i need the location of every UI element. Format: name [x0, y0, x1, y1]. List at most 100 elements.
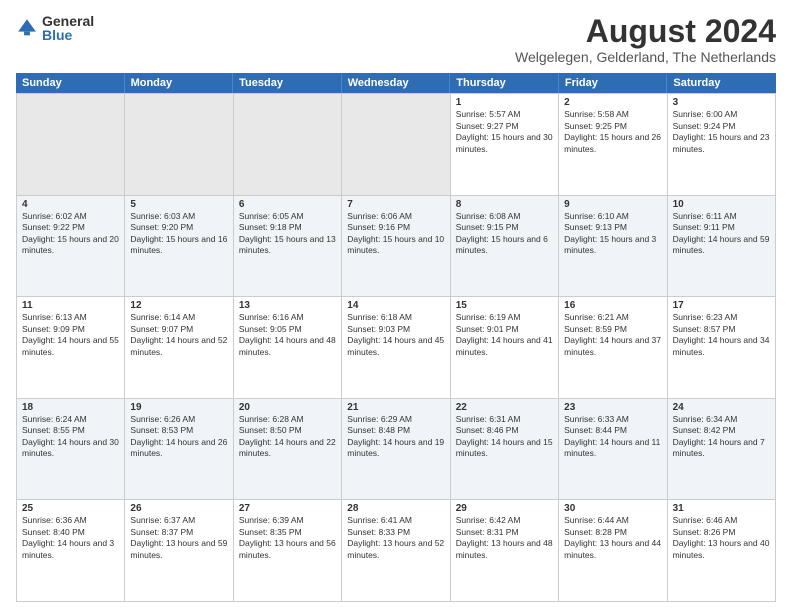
calendar-cell-16: 16Sunrise: 6:21 AM Sunset: 8:59 PM Dayli…	[559, 297, 667, 398]
calendar-cell-14: 14Sunrise: 6:18 AM Sunset: 9:03 PM Dayli…	[342, 297, 450, 398]
day-number: 29	[456, 503, 553, 514]
day-info: Sunrise: 6:31 AM Sunset: 8:46 PM Dayligh…	[456, 414, 553, 460]
header-day-sunday: Sunday	[16, 73, 125, 93]
day-info: Sunrise: 6:39 AM Sunset: 8:35 PM Dayligh…	[239, 515, 336, 561]
calendar-cell-27: 27Sunrise: 6:39 AM Sunset: 8:35 PM Dayli…	[234, 500, 342, 601]
day-info: Sunrise: 6:23 AM Sunset: 8:57 PM Dayligh…	[673, 312, 770, 358]
day-info: Sunrise: 6:00 AM Sunset: 9:24 PM Dayligh…	[673, 109, 770, 155]
header-day-saturday: Saturday	[667, 73, 776, 93]
calendar: SundayMondayTuesdayWednesdayThursdayFrid…	[16, 73, 776, 602]
day-number: 10	[673, 199, 770, 210]
day-number: 24	[673, 402, 770, 413]
day-number: 13	[239, 300, 336, 311]
day-number: 5	[130, 199, 227, 210]
day-info: Sunrise: 6:18 AM Sunset: 9:03 PM Dayligh…	[347, 312, 444, 358]
day-number: 17	[673, 300, 770, 311]
calendar-cell-21: 21Sunrise: 6:29 AM Sunset: 8:48 PM Dayli…	[342, 399, 450, 500]
header-day-friday: Friday	[559, 73, 668, 93]
day-info: Sunrise: 6:24 AM Sunset: 8:55 PM Dayligh…	[22, 414, 119, 460]
logo-general-text: General	[42, 14, 94, 28]
day-number: 26	[130, 503, 227, 514]
calendar-cell-4: 4Sunrise: 6:02 AM Sunset: 9:22 PM Daylig…	[17, 196, 125, 297]
day-number: 6	[239, 199, 336, 210]
logo: General Blue	[16, 14, 94, 42]
day-number: 8	[456, 199, 553, 210]
calendar-cell-30: 30Sunrise: 6:44 AM Sunset: 8:28 PM Dayli…	[559, 500, 667, 601]
header-day-wednesday: Wednesday	[342, 73, 451, 93]
day-info: Sunrise: 6:14 AM Sunset: 9:07 PM Dayligh…	[130, 312, 227, 358]
calendar-cell-7: 7Sunrise: 6:06 AM Sunset: 9:16 PM Daylig…	[342, 196, 450, 297]
day-info: Sunrise: 6:16 AM Sunset: 9:05 PM Dayligh…	[239, 312, 336, 358]
header: General Blue August 2024 Welgelegen, Gel…	[16, 14, 776, 65]
day-number: 19	[130, 402, 227, 413]
day-info: Sunrise: 6:34 AM Sunset: 8:42 PM Dayligh…	[673, 414, 770, 460]
calendar-cell-3: 3Sunrise: 6:00 AM Sunset: 9:24 PM Daylig…	[668, 94, 776, 195]
calendar-row-4: 25Sunrise: 6:36 AM Sunset: 8:40 PM Dayli…	[17, 500, 776, 602]
calendar-cell-23: 23Sunrise: 6:33 AM Sunset: 8:44 PM Dayli…	[559, 399, 667, 500]
title-section: August 2024 Welgelegen, Gelderland, The …	[515, 14, 776, 65]
calendar-cell-10: 10Sunrise: 6:11 AM Sunset: 9:11 PM Dayli…	[668, 196, 776, 297]
calendar-row-0: 1Sunrise: 5:57 AM Sunset: 9:27 PM Daylig…	[17, 94, 776, 196]
calendar-cell-11: 11Sunrise: 6:13 AM Sunset: 9:09 PM Dayli…	[17, 297, 125, 398]
day-info: Sunrise: 6:10 AM Sunset: 9:13 PM Dayligh…	[564, 211, 661, 257]
day-number: 2	[564, 97, 661, 108]
day-number: 12	[130, 300, 227, 311]
day-info: Sunrise: 6:42 AM Sunset: 8:31 PM Dayligh…	[456, 515, 553, 561]
day-info: Sunrise: 6:03 AM Sunset: 9:20 PM Dayligh…	[130, 211, 227, 257]
calendar-cell-8: 8Sunrise: 6:08 AM Sunset: 9:15 PM Daylig…	[451, 196, 559, 297]
header-day-thursday: Thursday	[450, 73, 559, 93]
day-info: Sunrise: 6:21 AM Sunset: 8:59 PM Dayligh…	[564, 312, 661, 358]
calendar-cell-18: 18Sunrise: 6:24 AM Sunset: 8:55 PM Dayli…	[17, 399, 125, 500]
logo-blue-text: Blue	[42, 28, 94, 42]
day-number: 9	[564, 199, 661, 210]
day-number: 21	[347, 402, 444, 413]
calendar-cell-empty	[17, 94, 125, 195]
calendar-cell-29: 29Sunrise: 6:42 AM Sunset: 8:31 PM Dayli…	[451, 500, 559, 601]
day-info: Sunrise: 6:41 AM Sunset: 8:33 PM Dayligh…	[347, 515, 444, 561]
calendar-cell-empty	[342, 94, 450, 195]
day-number: 23	[564, 402, 661, 413]
day-number: 25	[22, 503, 119, 514]
day-number: 4	[22, 199, 119, 210]
calendar-cell-26: 26Sunrise: 6:37 AM Sunset: 8:37 PM Dayli…	[125, 500, 233, 601]
day-number: 30	[564, 503, 661, 514]
day-info: Sunrise: 5:57 AM Sunset: 9:27 PM Dayligh…	[456, 109, 553, 155]
day-info: Sunrise: 6:06 AM Sunset: 9:16 PM Dayligh…	[347, 211, 444, 257]
calendar-cell-24: 24Sunrise: 6:34 AM Sunset: 8:42 PM Dayli…	[668, 399, 776, 500]
header-day-tuesday: Tuesday	[233, 73, 342, 93]
day-number: 28	[347, 503, 444, 514]
calendar-cell-1: 1Sunrise: 5:57 AM Sunset: 9:27 PM Daylig…	[451, 94, 559, 195]
day-info: Sunrise: 6:26 AM Sunset: 8:53 PM Dayligh…	[130, 414, 227, 460]
calendar-header: SundayMondayTuesdayWednesdayThursdayFrid…	[16, 73, 776, 93]
day-info: Sunrise: 6:29 AM Sunset: 8:48 PM Dayligh…	[347, 414, 444, 460]
calendar-cell-31: 31Sunrise: 6:46 AM Sunset: 8:26 PM Dayli…	[668, 500, 776, 601]
logo-text: General Blue	[42, 14, 94, 42]
day-number: 18	[22, 402, 119, 413]
calendar-body: 1Sunrise: 5:57 AM Sunset: 9:27 PM Daylig…	[16, 93, 776, 602]
month-title: August 2024	[515, 14, 776, 49]
day-number: 14	[347, 300, 444, 311]
calendar-row-2: 11Sunrise: 6:13 AM Sunset: 9:09 PM Dayli…	[17, 297, 776, 399]
calendar-cell-empty	[234, 94, 342, 195]
day-number: 16	[564, 300, 661, 311]
calendar-cell-25: 25Sunrise: 6:36 AM Sunset: 8:40 PM Dayli…	[17, 500, 125, 601]
day-info: Sunrise: 6:05 AM Sunset: 9:18 PM Dayligh…	[239, 211, 336, 257]
day-number: 3	[673, 97, 770, 108]
calendar-cell-12: 12Sunrise: 6:14 AM Sunset: 9:07 PM Dayli…	[125, 297, 233, 398]
day-number: 27	[239, 503, 336, 514]
calendar-cell-13: 13Sunrise: 6:16 AM Sunset: 9:05 PM Dayli…	[234, 297, 342, 398]
day-number: 7	[347, 199, 444, 210]
calendar-row-1: 4Sunrise: 6:02 AM Sunset: 9:22 PM Daylig…	[17, 196, 776, 298]
day-info: Sunrise: 6:46 AM Sunset: 8:26 PM Dayligh…	[673, 515, 770, 561]
day-info: Sunrise: 6:02 AM Sunset: 9:22 PM Dayligh…	[22, 211, 119, 257]
calendar-cell-17: 17Sunrise: 6:23 AM Sunset: 8:57 PM Dayli…	[668, 297, 776, 398]
calendar-cell-empty	[125, 94, 233, 195]
day-number: 15	[456, 300, 553, 311]
logo-icon	[16, 17, 38, 39]
day-info: Sunrise: 6:44 AM Sunset: 8:28 PM Dayligh…	[564, 515, 661, 561]
calendar-cell-22: 22Sunrise: 6:31 AM Sunset: 8:46 PM Dayli…	[451, 399, 559, 500]
day-number: 20	[239, 402, 336, 413]
day-info: Sunrise: 6:37 AM Sunset: 8:37 PM Dayligh…	[130, 515, 227, 561]
day-number: 11	[22, 300, 119, 311]
day-number: 31	[673, 503, 770, 514]
